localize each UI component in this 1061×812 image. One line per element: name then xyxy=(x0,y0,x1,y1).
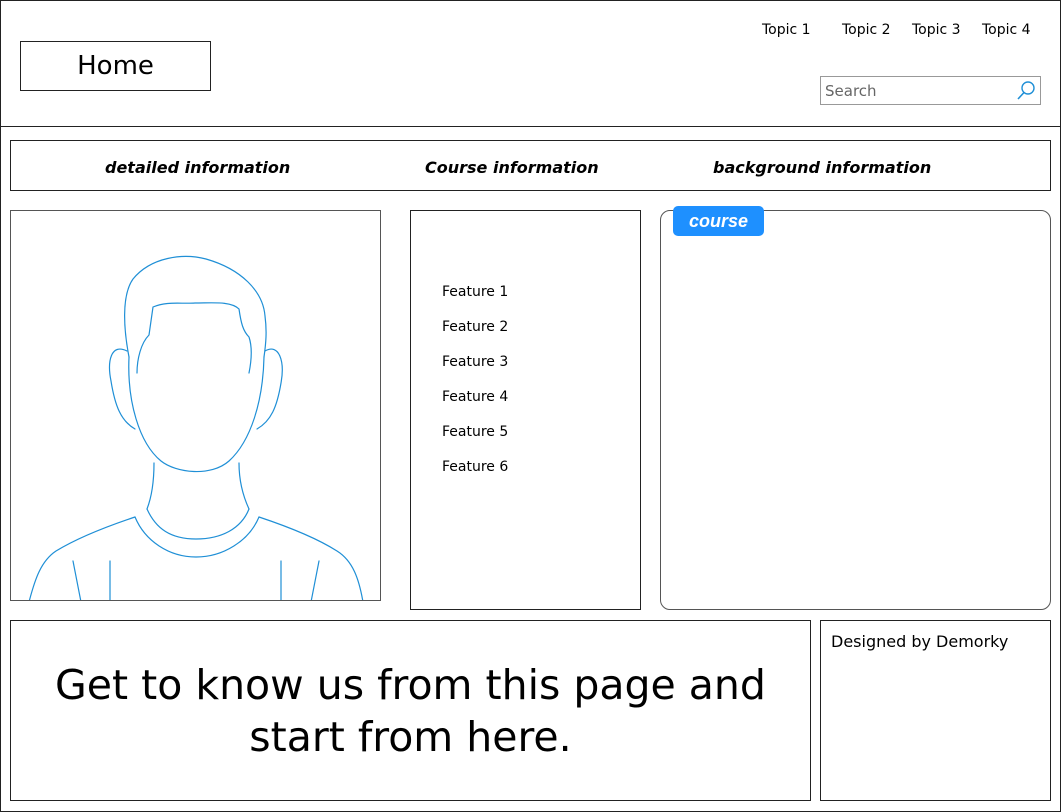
tab-detailed-information[interactable]: detailed information xyxy=(105,158,290,177)
tab-background-information[interactable]: background information xyxy=(713,158,931,177)
feature-item-3[interactable]: Feature 3 xyxy=(442,354,508,370)
topic-link-3[interactable]: Topic 3 xyxy=(912,22,961,38)
feature-item-1[interactable]: Feature 1 xyxy=(442,284,508,300)
feature-list-panel: Feature 1 Feature 2 Feature 3 Feature 4 … xyxy=(410,210,641,610)
course-badge-label: course xyxy=(688,210,749,231)
feature-item-6[interactable]: Feature 6 xyxy=(442,459,508,475)
feature-item-2[interactable]: Feature 2 xyxy=(442,319,508,335)
avatar-panel xyxy=(10,210,381,601)
feature-item-5[interactable]: Feature 5 xyxy=(442,424,508,440)
course-badge: course xyxy=(673,206,764,236)
search-box xyxy=(820,76,1041,105)
course-panel xyxy=(660,210,1051,610)
footer-tagline: Get to know us from this page and start … xyxy=(55,660,766,761)
tab-course-information[interactable]: Course information xyxy=(425,158,599,177)
topic-link-4[interactable]: Topic 4 xyxy=(982,22,1031,38)
person-avatar-icon xyxy=(28,255,364,600)
home-label: Home xyxy=(77,51,154,81)
footer-credit-panel: Designed by Demorky xyxy=(820,620,1051,801)
topic-link-1[interactable]: Topic 1 xyxy=(762,22,811,38)
footer-credit: Designed by Demorky xyxy=(831,632,1009,651)
footer-tagline-panel: Get to know us from this page and start … xyxy=(10,620,811,801)
feature-item-4[interactable]: Feature 4 xyxy=(442,389,508,405)
home-button[interactable]: Home xyxy=(20,41,211,91)
search-icon[interactable] xyxy=(1015,80,1037,102)
topic-link-2[interactable]: Topic 2 xyxy=(842,22,891,38)
tab-bar: detailed information Course information … xyxy=(10,140,1051,191)
search-input[interactable] xyxy=(825,80,1005,102)
